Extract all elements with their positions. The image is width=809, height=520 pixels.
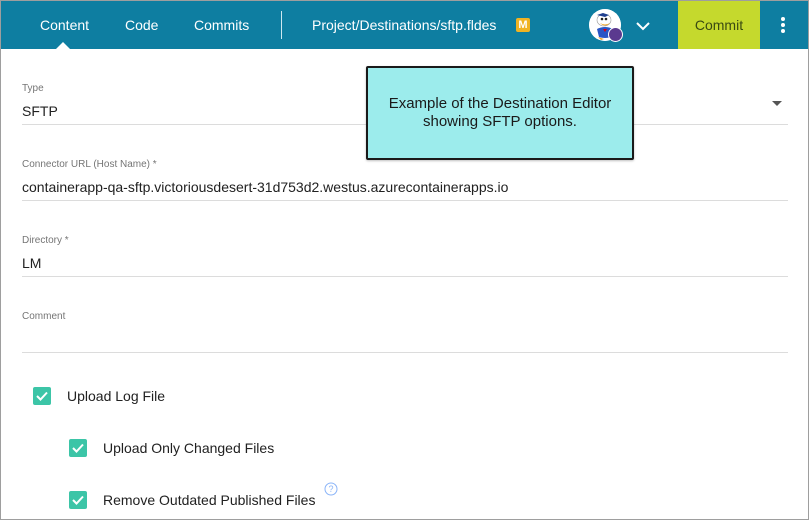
directory-value: LM xyxy=(22,255,42,271)
top-bar: Content Code Commits Project/Destination… xyxy=(1,1,808,49)
status-dot xyxy=(608,27,623,42)
comment-value xyxy=(22,330,788,348)
annotation-callout: Example of the Destination Editor showin… xyxy=(366,66,634,160)
checkbox-checked-icon xyxy=(69,439,87,457)
tab-commits[interactable]: Commits xyxy=(194,1,249,49)
comment-field[interactable]: Comment xyxy=(22,311,788,353)
help-icon[interactable]: ? xyxy=(324,482,338,496)
connector-url-label: Connector URL (Host Name) * xyxy=(22,159,157,170)
upload-only-changed-checkbox[interactable]: Upload Only Changed Files xyxy=(69,438,274,458)
upload-log-file-label: Upload Log File xyxy=(67,388,166,404)
remove-outdated-label: Remove Outdated Published Files xyxy=(103,492,316,508)
comment-underline xyxy=(22,352,788,353)
commit-button[interactable]: Commit xyxy=(678,1,760,49)
tab-code[interactable]: Code xyxy=(125,1,158,49)
dropdown-arrow-icon xyxy=(772,101,782,106)
directory-underline xyxy=(22,276,788,277)
upload-log-file-checkbox[interactable]: Upload Log File xyxy=(33,386,165,406)
connector-url-field[interactable]: Connector URL (Host Name) * containerapp… xyxy=(22,159,788,201)
checkbox-checked-icon xyxy=(33,387,51,405)
directory-label: Directory * xyxy=(22,235,69,246)
chevron-down-icon[interactable] xyxy=(634,17,652,35)
active-tab-indicator xyxy=(56,42,70,49)
comment-label: Comment xyxy=(22,311,66,322)
connector-url-underline xyxy=(22,200,788,201)
connector-url-value: containerapp-qa-sftp.victoriousdesert-31… xyxy=(22,179,509,195)
remove-outdated-checkbox[interactable]: Remove Outdated Published Files xyxy=(69,490,315,510)
directory-field[interactable]: Directory * LM xyxy=(22,235,788,277)
checkbox-checked-icon xyxy=(69,491,87,509)
upload-only-changed-label: Upload Only Changed Files xyxy=(103,440,275,456)
tab-divider xyxy=(281,11,282,39)
more-vert-icon[interactable] xyxy=(773,15,793,35)
modified-badge: M xyxy=(516,18,530,32)
file-path: Project/Destinations/sftp.fldes xyxy=(312,17,497,33)
destination-editor-window: Content Code Commits Project/Destination… xyxy=(0,0,809,520)
svg-text:?: ? xyxy=(328,484,333,494)
callout-text: Example of the Destination Editor showin… xyxy=(388,95,612,130)
